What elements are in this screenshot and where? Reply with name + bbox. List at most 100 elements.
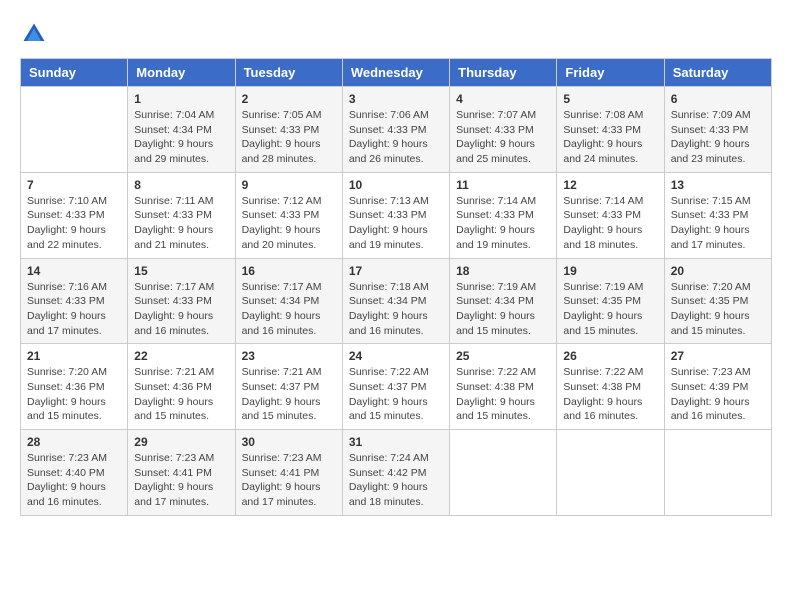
day-number: 2 (242, 92, 336, 106)
calendar-cell: 4 Sunrise: 7:07 AM Sunset: 4:33 PM Dayli… (450, 87, 557, 173)
calendar-cell: 7 Sunrise: 7:10 AM Sunset: 4:33 PM Dayli… (21, 172, 128, 258)
day-number: 23 (242, 349, 336, 363)
daylight-text: Daylight: 9 hours and 29 minutes. (134, 138, 213, 165)
calendar-week-row: 1 Sunrise: 7:04 AM Sunset: 4:34 PM Dayli… (21, 87, 772, 173)
page-header (20, 20, 772, 48)
daylight-text: Daylight: 9 hours and 17 minutes. (27, 310, 106, 337)
calendar-cell: 15 Sunrise: 7:17 AM Sunset: 4:33 PM Dayl… (128, 258, 235, 344)
day-number: 26 (563, 349, 657, 363)
daylight-text: Daylight: 9 hours and 26 minutes. (349, 138, 428, 165)
daylight-text: Daylight: 9 hours and 15 minutes. (456, 396, 535, 423)
sunrise-text: Sunrise: 7:15 AM (671, 195, 751, 207)
sunrise-text: Sunrise: 7:23 AM (134, 452, 214, 464)
day-number: 16 (242, 264, 336, 278)
weekday-row: SundayMondayTuesdayWednesdayThursdayFrid… (21, 59, 772, 87)
sunset-text: Sunset: 4:33 PM (242, 124, 320, 136)
calendar-week-row: 28 Sunrise: 7:23 AM Sunset: 4:40 PM Dayl… (21, 430, 772, 516)
sunset-text: Sunset: 4:38 PM (456, 381, 534, 393)
sunrise-text: Sunrise: 7:21 AM (134, 366, 214, 378)
daylight-text: Daylight: 9 hours and 19 minutes. (349, 224, 428, 251)
calendar-cell: 1 Sunrise: 7:04 AM Sunset: 4:34 PM Dayli… (128, 87, 235, 173)
sunrise-text: Sunrise: 7:13 AM (349, 195, 429, 207)
sunrise-text: Sunrise: 7:18 AM (349, 281, 429, 293)
sunset-text: Sunset: 4:33 PM (134, 295, 212, 307)
calendar-body: 1 Sunrise: 7:04 AM Sunset: 4:34 PM Dayli… (21, 87, 772, 516)
day-number: 31 (349, 435, 443, 449)
day-number: 1 (134, 92, 228, 106)
daylight-text: Daylight: 9 hours and 15 minutes. (349, 396, 428, 423)
sunrise-text: Sunrise: 7:16 AM (27, 281, 107, 293)
cell-content: Sunrise: 7:17 AM Sunset: 4:34 PM Dayligh… (242, 280, 336, 339)
cell-content: Sunrise: 7:21 AM Sunset: 4:36 PM Dayligh… (134, 365, 228, 424)
day-number: 18 (456, 264, 550, 278)
cell-content: Sunrise: 7:19 AM Sunset: 4:34 PM Dayligh… (456, 280, 550, 339)
sunset-text: Sunset: 4:34 PM (134, 124, 212, 136)
sunrise-text: Sunrise: 7:24 AM (349, 452, 429, 464)
calendar-week-row: 14 Sunrise: 7:16 AM Sunset: 4:33 PM Dayl… (21, 258, 772, 344)
weekday-header: Friday (557, 59, 664, 87)
day-number: 28 (27, 435, 121, 449)
sunset-text: Sunset: 4:33 PM (563, 124, 641, 136)
day-number: 20 (671, 264, 765, 278)
cell-content: Sunrise: 7:13 AM Sunset: 4:33 PM Dayligh… (349, 194, 443, 253)
daylight-text: Daylight: 9 hours and 15 minutes. (456, 310, 535, 337)
calendar-cell: 29 Sunrise: 7:23 AM Sunset: 4:41 PM Dayl… (128, 430, 235, 516)
day-number: 10 (349, 178, 443, 192)
cell-content: Sunrise: 7:21 AM Sunset: 4:37 PM Dayligh… (242, 365, 336, 424)
sunrise-text: Sunrise: 7:06 AM (349, 109, 429, 121)
sunrise-text: Sunrise: 7:22 AM (456, 366, 536, 378)
cell-content: Sunrise: 7:19 AM Sunset: 4:35 PM Dayligh… (563, 280, 657, 339)
daylight-text: Daylight: 9 hours and 16 minutes. (563, 396, 642, 423)
weekday-header: Saturday (664, 59, 771, 87)
sunrise-text: Sunrise: 7:08 AM (563, 109, 643, 121)
logo (20, 20, 52, 48)
calendar-cell: 19 Sunrise: 7:19 AM Sunset: 4:35 PM Dayl… (557, 258, 664, 344)
sunset-text: Sunset: 4:36 PM (27, 381, 105, 393)
calendar-cell: 17 Sunrise: 7:18 AM Sunset: 4:34 PM Dayl… (342, 258, 449, 344)
day-number: 30 (242, 435, 336, 449)
calendar-cell: 6 Sunrise: 7:09 AM Sunset: 4:33 PM Dayli… (664, 87, 771, 173)
weekday-header: Sunday (21, 59, 128, 87)
sunrise-text: Sunrise: 7:17 AM (242, 281, 322, 293)
calendar-cell (21, 87, 128, 173)
day-number: 4 (456, 92, 550, 106)
day-number: 12 (563, 178, 657, 192)
calendar-cell: 12 Sunrise: 7:14 AM Sunset: 4:33 PM Dayl… (557, 172, 664, 258)
calendar-cell: 11 Sunrise: 7:14 AM Sunset: 4:33 PM Dayl… (450, 172, 557, 258)
sunrise-text: Sunrise: 7:05 AM (242, 109, 322, 121)
cell-content: Sunrise: 7:10 AM Sunset: 4:33 PM Dayligh… (27, 194, 121, 253)
sunrise-text: Sunrise: 7:19 AM (563, 281, 643, 293)
sunset-text: Sunset: 4:42 PM (349, 467, 427, 479)
calendar-cell (450, 430, 557, 516)
sunrise-text: Sunrise: 7:07 AM (456, 109, 536, 121)
cell-content: Sunrise: 7:11 AM Sunset: 4:33 PM Dayligh… (134, 194, 228, 253)
calendar-cell: 30 Sunrise: 7:23 AM Sunset: 4:41 PM Dayl… (235, 430, 342, 516)
daylight-text: Daylight: 9 hours and 16 minutes. (134, 310, 213, 337)
daylight-text: Daylight: 9 hours and 16 minutes. (27, 481, 106, 508)
sunrise-text: Sunrise: 7:20 AM (671, 281, 751, 293)
weekday-header: Monday (128, 59, 235, 87)
daylight-text: Daylight: 9 hours and 16 minutes. (349, 310, 428, 337)
sunrise-text: Sunrise: 7:10 AM (27, 195, 107, 207)
sunrise-text: Sunrise: 7:14 AM (563, 195, 643, 207)
sunrise-text: Sunrise: 7:23 AM (242, 452, 322, 464)
daylight-text: Daylight: 9 hours and 17 minutes. (134, 481, 213, 508)
calendar-cell: 31 Sunrise: 7:24 AM Sunset: 4:42 PM Dayl… (342, 430, 449, 516)
sunset-text: Sunset: 4:39 PM (671, 381, 749, 393)
cell-content: Sunrise: 7:22 AM Sunset: 4:37 PM Dayligh… (349, 365, 443, 424)
sunrise-text: Sunrise: 7:12 AM (242, 195, 322, 207)
cell-content: Sunrise: 7:16 AM Sunset: 4:33 PM Dayligh… (27, 280, 121, 339)
sunset-text: Sunset: 4:34 PM (456, 295, 534, 307)
calendar-cell: 5 Sunrise: 7:08 AM Sunset: 4:33 PM Dayli… (557, 87, 664, 173)
calendar-header: SundayMondayTuesdayWednesdayThursdayFrid… (21, 59, 772, 87)
calendar-week-row: 7 Sunrise: 7:10 AM Sunset: 4:33 PM Dayli… (21, 172, 772, 258)
cell-content: Sunrise: 7:17 AM Sunset: 4:33 PM Dayligh… (134, 280, 228, 339)
calendar-cell (664, 430, 771, 516)
cell-content: Sunrise: 7:08 AM Sunset: 4:33 PM Dayligh… (563, 108, 657, 167)
sunrise-text: Sunrise: 7:17 AM (134, 281, 214, 293)
daylight-text: Daylight: 9 hours and 17 minutes. (671, 224, 750, 251)
day-number: 21 (27, 349, 121, 363)
calendar-cell: 23 Sunrise: 7:21 AM Sunset: 4:37 PM Dayl… (235, 344, 342, 430)
sunset-text: Sunset: 4:38 PM (563, 381, 641, 393)
day-number: 27 (671, 349, 765, 363)
